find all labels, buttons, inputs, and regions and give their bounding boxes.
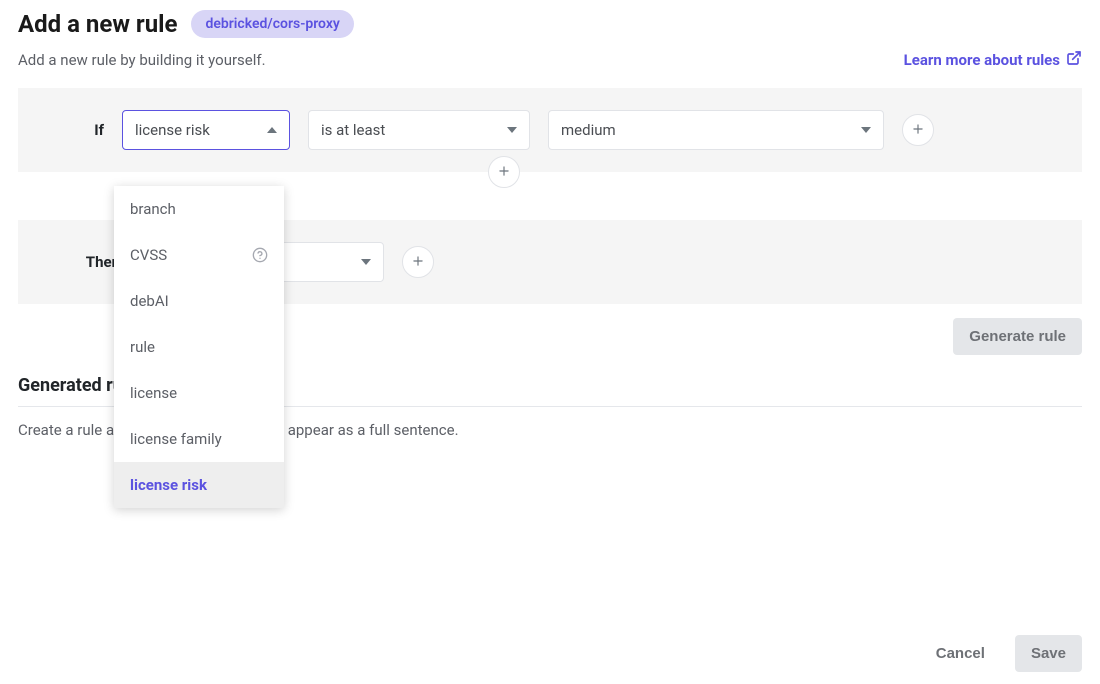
then-label: Then xyxy=(42,253,120,271)
add-between-button[interactable] xyxy=(488,156,520,188)
subtitle: Add a new rule by building it yourself. xyxy=(18,51,266,69)
if-operator-value: is at least xyxy=(321,121,385,139)
learn-more-link[interactable]: Learn more about rules xyxy=(904,50,1082,70)
page-title: Add a new rule xyxy=(18,10,177,38)
learn-more-label: Learn more about rules xyxy=(904,51,1060,69)
if-threshold-select[interactable]: medium xyxy=(548,110,884,150)
if-block: If license risk is at least medium xyxy=(18,88,1082,172)
repo-badge: debricked/cors-proxy xyxy=(191,10,353,38)
dropdown-option-label: license risk xyxy=(130,476,207,494)
add-action-button[interactable] xyxy=(402,246,434,278)
if-operator-select[interactable]: is at least xyxy=(308,110,530,150)
dropdown-option-label: debAI xyxy=(130,292,169,310)
if-field-select[interactable]: license risk xyxy=(122,110,290,150)
if-field-dropdown: branch CVSS debAI rule license license family… xyxy=(114,186,284,508)
dropdown-option[interactable]: debAI xyxy=(114,278,284,324)
dropdown-option[interactable]: branch xyxy=(114,186,284,232)
help-icon[interactable] xyxy=(252,247,268,263)
dropdown-option[interactable]: license risk xyxy=(114,462,284,508)
dropdown-option[interactable]: rule xyxy=(114,324,284,370)
save-button[interactable]: Save xyxy=(1015,635,1082,672)
cancel-button[interactable]: Cancel xyxy=(920,635,1001,672)
dropdown-option-label: CVSS xyxy=(130,246,167,264)
chevron-down-icon xyxy=(361,259,371,265)
dropdown-option-label: license family xyxy=(130,430,222,448)
footer: Cancel Save xyxy=(920,635,1082,672)
add-condition-button[interactable] xyxy=(902,114,934,146)
dropdown-option[interactable]: license family xyxy=(114,416,284,462)
if-threshold-value: medium xyxy=(561,121,616,139)
generate-rule-button[interactable]: Generate rule xyxy=(953,318,1082,355)
dropdown-scroll[interactable]: branch CVSS debAI rule license license family… xyxy=(114,186,284,508)
external-link-icon xyxy=(1066,50,1082,70)
dropdown-option-label: rule xyxy=(130,338,155,356)
dropdown-option[interactable]: license xyxy=(114,370,284,416)
dropdown-option-label: branch xyxy=(130,200,176,218)
if-label: If xyxy=(42,121,104,139)
header: Add a new rule debricked/cors-proxy xyxy=(18,10,1082,38)
if-row: If license risk is at least medium xyxy=(42,110,1058,150)
chevron-down-icon xyxy=(861,127,871,133)
plus-icon xyxy=(911,122,925,139)
plus-icon xyxy=(411,254,425,271)
sub-row: Add a new rule by building it yourself. … xyxy=(18,50,1082,70)
chevron-up-icon xyxy=(267,127,277,133)
dropdown-option-label: license xyxy=(130,384,177,402)
dropdown-option[interactable]: CVSS xyxy=(114,232,284,278)
if-field-value: license risk xyxy=(135,121,210,139)
chevron-down-icon xyxy=(507,127,517,133)
plus-icon xyxy=(497,164,511,181)
